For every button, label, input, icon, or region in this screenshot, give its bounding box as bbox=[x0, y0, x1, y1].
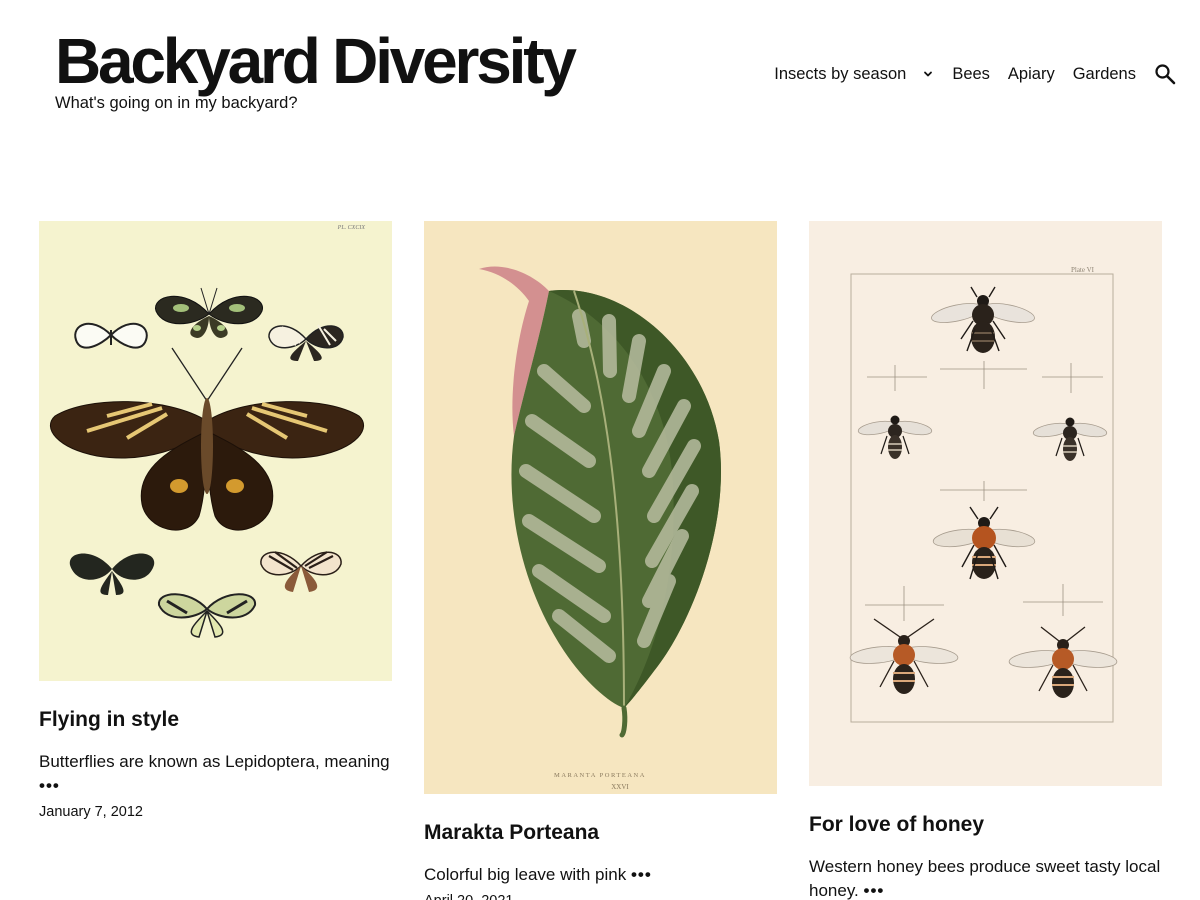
post-title[interactable]: For love of honey bbox=[809, 812, 1162, 838]
post-excerpt: Western honey bees produce sweet tasty l… bbox=[809, 855, 1162, 900]
post-date[interactable]: April 20, 2021 bbox=[424, 892, 777, 900]
post-date[interactable]: January 7, 2012 bbox=[39, 803, 392, 821]
site-title[interactable]: Backyard Diversity bbox=[55, 28, 577, 94]
plate-caption: MARANTA PORTEANA bbox=[554, 772, 646, 779]
nav-item-apiary[interactable]: Apiary bbox=[1008, 64, 1055, 84]
post-excerpt: Butterflies are known as Lepidoptera, me… bbox=[39, 750, 392, 798]
post-card: MARANTA PORTEANA XXVI Marakta Porteana C… bbox=[424, 221, 777, 900]
read-more-link[interactable]: ••• bbox=[864, 881, 885, 900]
nav-item-insects-by-season[interactable]: Insects by season bbox=[774, 64, 934, 84]
nav-item-label: Insects by season bbox=[774, 65, 907, 83]
post-title[interactable]: Flying in style bbox=[39, 707, 392, 733]
nav-item-bees[interactable]: Bees bbox=[952, 64, 990, 84]
site-tagline: What's going on in my backyard? bbox=[55, 94, 298, 112]
excerpt-text: Butterflies are known as Lepidoptera, me… bbox=[39, 752, 390, 771]
post-title[interactable]: Marakta Porteana bbox=[424, 820, 777, 846]
excerpt-text: Colorful big leave with pink bbox=[424, 865, 627, 884]
nav-item-label: Bees bbox=[952, 65, 990, 83]
plate-label: Plate VI bbox=[1071, 266, 1095, 274]
main-navigation: Insects by season Bees Apiary Gardens bbox=[774, 63, 1176, 85]
plate-label: PL. CXCIX bbox=[337, 225, 366, 231]
butterflies-plate-image[interactable]: PL. CXCIX bbox=[39, 221, 392, 681]
post-card: PL. CXCIX Flying in style Butterflies ar… bbox=[39, 221, 392, 821]
read-more-link[interactable]: ••• bbox=[631, 865, 652, 884]
chevron-down-icon[interactable] bbox=[922, 68, 934, 80]
excerpt-text: Western honey bees produce sweet tasty l… bbox=[809, 857, 1161, 900]
plate-numeral: XXVI bbox=[611, 783, 629, 791]
post-card: Plate VI For love of honey Western honey… bbox=[809, 221, 1162, 900]
search-button[interactable] bbox=[1154, 63, 1176, 85]
post-excerpt: Colorful big leave with pink ••• bbox=[424, 863, 777, 887]
nav-item-gardens[interactable]: Gardens bbox=[1073, 64, 1136, 84]
search-icon bbox=[1155, 64, 1176, 85]
leaf-plate-image[interactable]: MARANTA PORTEANA XXVI bbox=[424, 221, 777, 794]
bees-plate-image[interactable]: Plate VI bbox=[809, 221, 1162, 786]
nav-item-label: Gardens bbox=[1072, 65, 1136, 83]
nav-item-label: Apiary bbox=[1007, 65, 1055, 83]
read-more-link[interactable]: ••• bbox=[39, 776, 60, 795]
